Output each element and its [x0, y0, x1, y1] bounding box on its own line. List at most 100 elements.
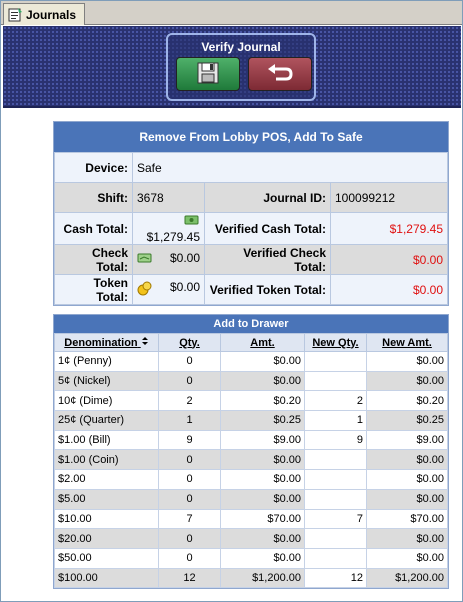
denomination-cell: 1¢ (Penny): [54, 351, 159, 372]
token-total-label: Token Total:: [54, 274, 133, 305]
amt-cell: $0.00: [220, 351, 305, 372]
tab-journals[interactable]: Journals: [3, 3, 85, 25]
new-qty-input[interactable]: 1: [304, 410, 367, 431]
table-row: $10.00 7 $70.00 7 $70.00: [54, 508, 448, 530]
header-band: Verify Journal: [3, 26, 461, 108]
amt-cell: $0.00: [220, 469, 305, 490]
qty-cell: 9: [158, 429, 221, 451]
col-denomination-label: Denomination: [64, 337, 138, 349]
new-qty-input[interactable]: [304, 488, 367, 510]
new-qty-input[interactable]: 9: [304, 429, 367, 451]
new-amt-cell: $9.00: [366, 429, 448, 451]
new-qty-value: 12: [350, 571, 363, 584]
new-amt-cell: $0.20: [366, 390, 448, 412]
amt-cell: $0.00: [220, 449, 305, 471]
amt-cell: $0.25: [220, 410, 305, 431]
new-qty-value: 1: [356, 414, 363, 427]
undo-button[interactable]: [248, 57, 312, 91]
col-amt: Amt.: [220, 333, 305, 352]
verified-check-value: $0.00: [330, 244, 448, 275]
amt-cell: $0.00: [220, 370, 305, 392]
amt-cell: $0.00: [220, 528, 305, 549]
new-qty-input[interactable]: [304, 469, 367, 490]
qty-cell: 0: [158, 449, 221, 471]
new-qty-input[interactable]: 7: [304, 508, 367, 530]
token-total-value: $0.00: [169, 280, 200, 294]
new-amt-cell: $70.00: [366, 508, 448, 530]
journal-id-value: 100099212: [330, 182, 448, 213]
denomination-cell: $50.00: [54, 547, 159, 569]
table-row: $100.00 12 $1,200.00 12 $1,200.00: [54, 567, 448, 589]
table-row: $1.00 (Coin) 0 $0.00 $0.00: [54, 449, 448, 471]
qty-cell: 1: [158, 410, 221, 431]
denomination-cell: $1.00 (Coin): [54, 449, 159, 471]
denomination-cell: $10.00: [54, 508, 159, 530]
denomination-rows: 1¢ (Penny) 0 $0.00 $0.00 5¢ (Nickel) 0 $0.00 $0…: [54, 351, 448, 589]
table-row: 25¢ (Quarter) 1 $0.25 1 $0.25: [54, 410, 448, 431]
denomination-cell: $100.00: [54, 567, 159, 589]
cash-icon: [184, 213, 200, 230]
check-total-label: Check Total:: [54, 244, 133, 275]
floppy-disk-icon: [196, 61, 220, 88]
new-qty-input[interactable]: 12: [304, 567, 367, 589]
denomination-cell: 10¢ (Dime): [54, 390, 159, 412]
new-amt-cell: $0.00: [366, 469, 448, 490]
col-denomination[interactable]: Denomination: [54, 333, 159, 352]
new-qty-input[interactable]: [304, 449, 367, 471]
qty-cell: 0: [158, 351, 221, 372]
qty-cell: 0: [158, 528, 221, 549]
qty-cell: 0: [158, 469, 221, 490]
drawer-title: Add to Drawer: [54, 315, 448, 333]
col-new-qty: New Qty.: [304, 333, 367, 352]
amt-cell: $0.20: [220, 390, 305, 412]
journal-summary-panel: Remove From Lobby POS, Add To Safe Devic…: [53, 121, 449, 306]
journals-window: Journals Verify Journal Remove From Lobb…: [0, 0, 463, 602]
save-button[interactable]: [176, 57, 240, 91]
journal-info-table: Device: Safe Shift: 3678 Journal ID: 100…: [54, 152, 448, 305]
shift-label: Shift:: [54, 182, 133, 213]
new-qty-input[interactable]: [304, 547, 367, 569]
new-qty-input[interactable]: 2: [304, 390, 367, 412]
check-total-value: $0.00: [169, 251, 200, 265]
undo-arrow-icon: [266, 62, 294, 87]
denomination-cell: $1.00 (Bill): [54, 429, 159, 451]
new-amt-cell: $0.00: [366, 370, 448, 392]
denomination-cell: $2.00: [54, 469, 159, 490]
verified-cash-value: $1,279.45: [330, 212, 448, 245]
amt-cell: $0.00: [220, 488, 305, 510]
new-amt-cell: $0.00: [366, 528, 448, 549]
check-total-cell: $0.00: [132, 244, 205, 275]
table-row: $2.00 0 $0.00 $0.00: [54, 469, 448, 490]
new-qty-value: 9: [356, 434, 363, 447]
qty-cell: 2: [158, 390, 221, 412]
panel-title: Remove From Lobby POS, Add To Safe: [54, 122, 448, 152]
table-row: $20.00 0 $0.00 $0.00: [54, 528, 448, 549]
new-qty-input[interactable]: [304, 351, 367, 372]
verified-token-value: $0.00: [330, 274, 448, 305]
denomination-table: Denomination Qty. Amt. New Qty. New Amt.…: [54, 333, 448, 589]
table-row: 5¢ (Nickel) 0 $0.00 $0.00: [54, 370, 448, 392]
new-amt-cell: $0.00: [366, 547, 448, 569]
denomination-cell: $5.00: [54, 488, 159, 510]
tab-strip: Journals: [1, 1, 462, 25]
table-row: 10¢ (Dime) 2 $0.20 2 $0.20: [54, 390, 448, 412]
amt-cell: $0.00: [220, 547, 305, 569]
amt-cell: $70.00: [220, 508, 305, 530]
verified-token-label: Verified Token Total:: [204, 274, 331, 305]
new-qty-input[interactable]: [304, 528, 367, 549]
new-amt-cell: $0.00: [366, 351, 448, 372]
new-amt-cell: $1,200.00: [366, 567, 448, 589]
verify-title: Verify Journal: [201, 40, 281, 54]
new-qty-value: 2: [356, 394, 363, 407]
sort-icon: [141, 337, 149, 349]
add-to-drawer-panel: Add to Drawer Denomination Qty. Amt. New…: [53, 314, 449, 590]
qty-cell: 7: [158, 508, 221, 530]
table-row: $50.00 0 $0.00 $0.00: [54, 547, 448, 569]
tab-label: Journals: [26, 7, 77, 22]
amt-cell: $9.00: [220, 429, 305, 451]
qty-cell: 12: [158, 567, 221, 589]
token-icon: [137, 280, 153, 299]
amt-cell: $1,200.00: [220, 567, 305, 589]
shift-value: 3678: [132, 182, 205, 213]
new-qty-input[interactable]: [304, 370, 367, 392]
